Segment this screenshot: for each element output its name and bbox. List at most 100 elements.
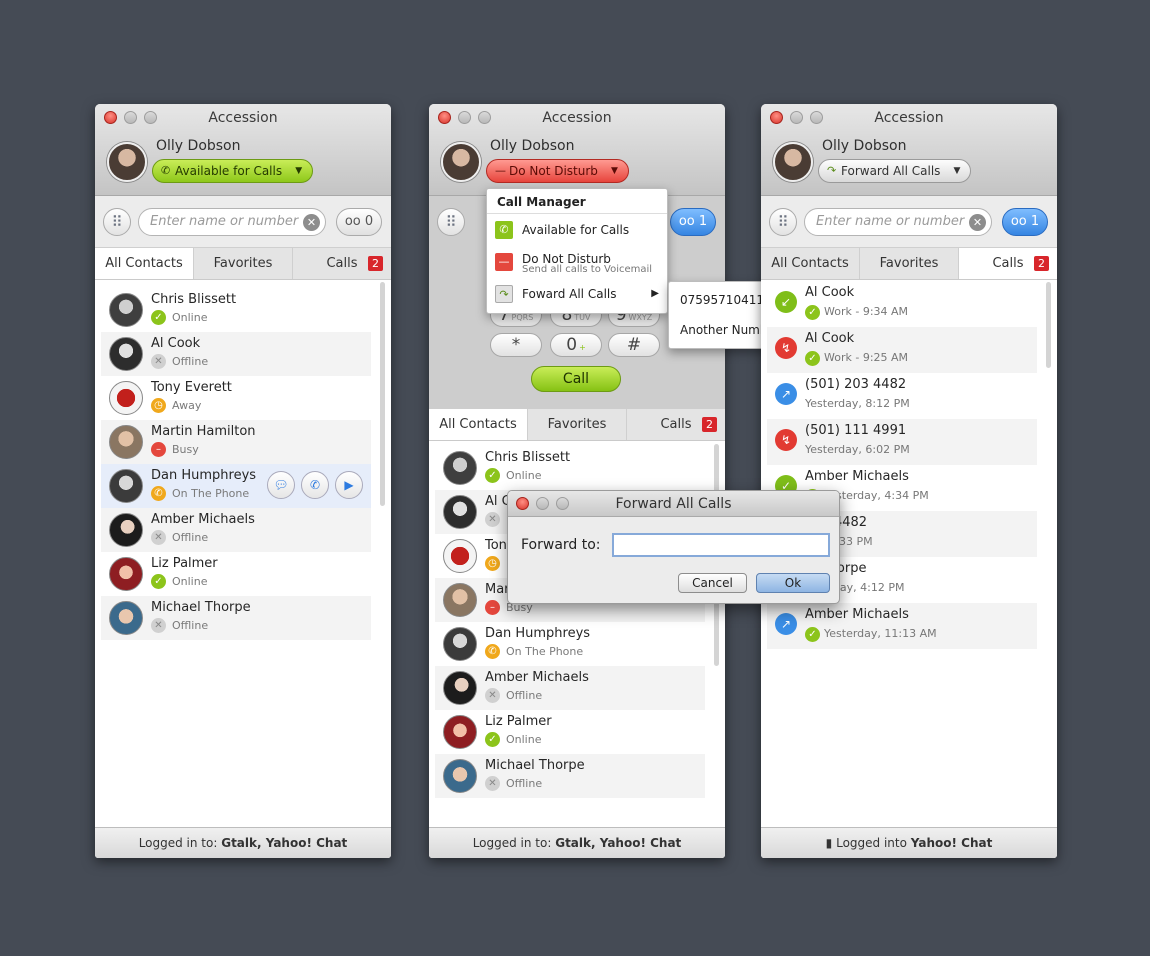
- search-input[interactable]: Enter name or number ✕: [138, 208, 326, 236]
- forward-icon: ↷: [827, 164, 837, 177]
- contact-status: ◷ Away: [151, 398, 201, 413]
- call-row[interactable]: ↗ (501) 203 4482 Yesterday, 8:12 PM: [767, 373, 1037, 419]
- scrollbar[interactable]: [1046, 282, 1051, 368]
- call-name: Amber Michaels: [805, 607, 909, 622]
- dialpad-icon[interactable]: ⠿: [103, 208, 131, 236]
- user-avatar[interactable]: [773, 142, 813, 182]
- online-icon: ✓: [151, 310, 166, 325]
- title-bar: Accession Olly Dobson ↷ Forward All Call…: [761, 104, 1057, 196]
- tab-calls[interactable]: Calls 2: [293, 248, 391, 279]
- tab-calls[interactable]: Calls 2: [627, 409, 725, 440]
- call-row[interactable]: ↯ (501) 111 4991 Yesterday, 6:02 PM: [767, 419, 1037, 465]
- user-name: Olly Dobson: [156, 138, 241, 154]
- call-name: Al Cook: [805, 285, 855, 300]
- status-dropdown[interactable]: — Do Not Disturb ▼: [486, 159, 629, 183]
- key-0[interactable]: 0 +: [550, 333, 602, 357]
- contact-name: Al Cook: [151, 336, 201, 351]
- voicemail-count: 0: [364, 214, 374, 229]
- tab-calls-label: Calls: [326, 256, 358, 271]
- tab-all-contacts[interactable]: All Contacts: [429, 409, 528, 440]
- menu-item-available[interactable]: ✆ Available for Calls: [487, 214, 667, 246]
- contact-row[interactable]: Liz Palmer ✓ Online: [435, 710, 705, 754]
- avatar: [109, 381, 143, 415]
- clear-icon[interactable]: ✕: [969, 214, 986, 231]
- voicemail-button[interactable]: oo 1: [670, 208, 716, 236]
- logout-icon[interactable]: ▮: [826, 836, 833, 850]
- call-row[interactable]: ↗ Amber Michaels ✓ Yesterday, 11:13 AM: [767, 603, 1037, 649]
- call-button[interactable]: Call: [531, 366, 621, 392]
- call-row[interactable]: ↙ Al Cook ✓ Work - 9:34 AM: [767, 281, 1037, 327]
- dialpad-icon[interactable]: ⠿: [437, 208, 465, 236]
- close-button[interactable]: [516, 497, 529, 510]
- contact-row[interactable]: Martin Hamilton – Busy: [101, 420, 371, 464]
- contact-row[interactable]: Chris Blissett ✓ Online: [435, 446, 705, 490]
- ok-button[interactable]: Ok: [756, 573, 830, 593]
- menu-item-do-not-disturb[interactable]: — Do Not Disturb Send all calls to Voice…: [487, 246, 667, 278]
- video-call-icon[interactable]: ▶: [335, 471, 363, 499]
- user-avatar[interactable]: [441, 142, 481, 182]
- contact-list: Chris Blissett ✓ Online Al Cook ✕ Offline …: [95, 288, 391, 640]
- minimize-button[interactable]: [536, 497, 549, 510]
- window-available: Accession Olly Dobson ✆ Available for Ca…: [95, 104, 391, 858]
- call-name: Amber Michaels: [805, 469, 909, 484]
- tab-favorites[interactable]: Favorites: [528, 409, 627, 440]
- status-dropdown[interactable]: ✆ Available for Calls ▼: [152, 159, 314, 183]
- dialpad-icon[interactable]: ⠿: [769, 208, 797, 236]
- contact-row-selected[interactable]: Dan Humphreys ✆ On The Phone 💬︎ ✆ ▶: [101, 464, 371, 508]
- contact-row[interactable]: Dan Humphreys ✆ On The Phone: [435, 622, 705, 666]
- tab-all-contacts[interactable]: All Contacts: [95, 248, 194, 279]
- contact-status: ✓ Online: [151, 310, 207, 325]
- tab-favorites[interactable]: Favorites: [860, 248, 959, 279]
- tab-all-contacts[interactable]: All Contacts: [761, 248, 860, 279]
- call-row[interactable]: ↯ Al Cook ✓ Work - 9:25 AM: [767, 327, 1037, 373]
- contact-name: Liz Palmer: [151, 556, 218, 571]
- avatar: [443, 715, 477, 749]
- contact-row[interactable]: Michael Thorpe ✕ Offline: [101, 596, 371, 640]
- do-not-disturb-icon: —: [495, 253, 513, 271]
- avatar: [443, 539, 477, 573]
- contact-name: Ton: [485, 538, 507, 553]
- tab-favorites[interactable]: Favorites: [194, 248, 293, 279]
- avatar: [109, 337, 143, 371]
- cancel-button[interactable]: Cancel: [678, 573, 747, 593]
- contact-row[interactable]: Tony Everett ◷ Away: [101, 376, 371, 420]
- tab-calls-label: Calls: [660, 417, 692, 432]
- zoom-button[interactable]: [556, 497, 569, 510]
- contact-row[interactable]: Chris Blissett ✓ Online: [101, 288, 371, 332]
- key-star[interactable]: *: [490, 333, 542, 357]
- contact-row[interactable]: Amber Michaels ✕ Offline: [101, 508, 371, 552]
- clear-icon[interactable]: ✕: [303, 214, 320, 231]
- phone-icon: ✆: [161, 164, 171, 177]
- chat-icon[interactable]: 💬︎: [267, 471, 295, 499]
- away-icon: ◷: [485, 556, 500, 571]
- search-input[interactable]: Enter name or number ✕: [804, 208, 992, 236]
- status-footer: ▮ Logged into Yahoo! Chat: [761, 827, 1057, 858]
- phone-icon: ✆: [495, 221, 513, 239]
- contact-row[interactable]: Liz Palmer ✓ Online: [101, 552, 371, 596]
- avatar: [109, 513, 143, 547]
- status-dropdown[interactable]: ↷ Forward All Calls ▼: [818, 159, 972, 183]
- contact-row[interactable]: Al Cook ✕ Offline: [101, 332, 371, 376]
- voicemail-count: 1: [1030, 214, 1040, 229]
- contact-status: ✕ Offline: [151, 354, 208, 369]
- window-title: Accession: [208, 110, 278, 126]
- contact-name: Amber Michaels: [151, 512, 255, 527]
- online-icon: ✓: [485, 468, 500, 483]
- key-hash[interactable]: #: [608, 333, 660, 357]
- contact-status: ✕ Offline: [485, 776, 542, 791]
- voicemail-button[interactable]: oo 0: [336, 208, 382, 236]
- tab-calls[interactable]: Calls 2: [959, 248, 1057, 279]
- contact-row[interactable]: Michael Thorpe ✕ Offline: [435, 754, 705, 798]
- forward-dialog: Forward All Calls Forward to: Cancel Ok: [507, 490, 840, 604]
- contact-row[interactable]: Amber Michaels ✕ Offline: [435, 666, 705, 710]
- phone-call-icon[interactable]: ✆: [301, 471, 329, 499]
- user-avatar[interactable]: [107, 142, 147, 182]
- scrollbar[interactable]: [380, 282, 385, 506]
- away-icon: ◷: [151, 398, 166, 413]
- call-name: (501) 111 4991: [805, 423, 907, 438]
- dialog-controls: [516, 497, 569, 510]
- contact-status: ✆ On The Phone: [485, 644, 583, 659]
- menu-item-forward-all[interactable]: ↷ Foward All Calls ▶: [487, 278, 667, 310]
- forward-number-field[interactable]: [612, 533, 830, 557]
- voicemail-button[interactable]: oo 1: [1002, 208, 1048, 236]
